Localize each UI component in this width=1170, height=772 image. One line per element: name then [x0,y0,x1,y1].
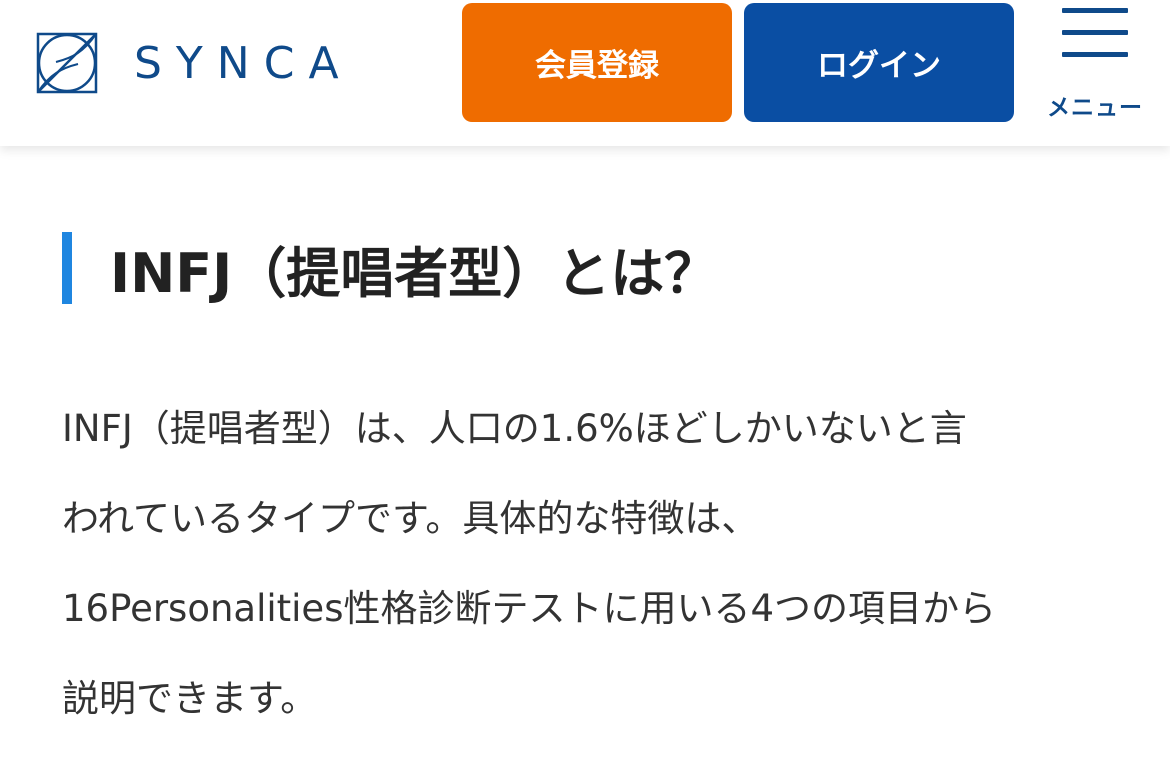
menu-label: メニュー [1047,95,1143,121]
paragraph-line: われているタイプです。具体的な特徴は、 [62,497,759,540]
paragraph-line: 説明できます。 [62,677,318,720]
logo-text: SYNCA [134,37,353,89]
menu-button[interactable]: メニュー [1040,0,1150,130]
site-logo[interactable]: SYNCA [36,32,353,94]
hamburger-menu-icon-bar [1062,30,1128,35]
heading-title: INFJ（提唱者型）とは？ [110,241,719,305]
paragraph-line: 16Personalities性格診断テストに用いる4つの項目から [62,587,997,630]
article-paragraph: INFJ（提唱者型）は、人口の1.6%ほどしかいないと言 われているタイプです。… [62,384,1132,744]
section-heading: INFJ（提唱者型）とは？ [62,232,718,305]
login-button[interactable]: ログイン [744,3,1014,122]
synca-logo-mark-icon [36,32,98,94]
hamburger-menu-icon-bar [1062,52,1128,57]
hamburger-menu-icon [1062,8,1128,13]
register-button[interactable]: 会員登録 [462,3,732,122]
heading-accent-bar [62,232,72,304]
site-header: SYNCA 会員登録 ログイン メニュー [0,0,1170,146]
paragraph-line: INFJ（提唱者型）は、人口の1.6%ほどしかいないと言 [62,407,967,450]
